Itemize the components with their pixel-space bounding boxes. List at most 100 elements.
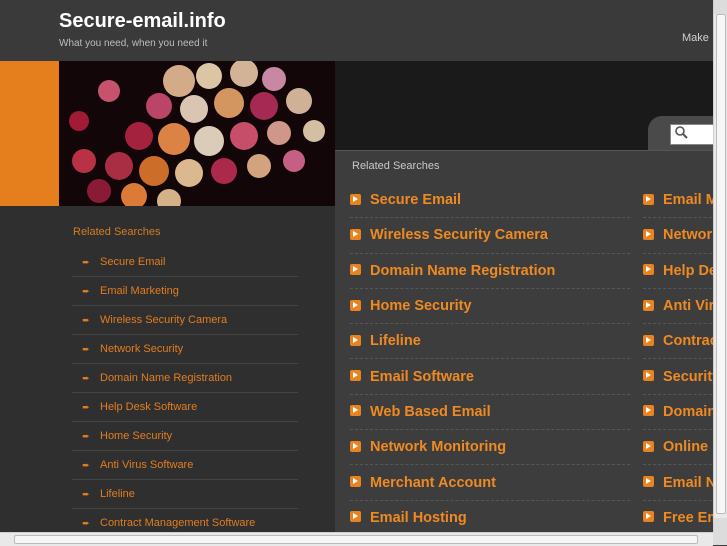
bokeh-light (125, 122, 153, 150)
related-search-link[interactable]: Network Monitoring (350, 430, 630, 466)
bokeh-light (180, 95, 208, 123)
arrow-right-icon: ➨ (82, 372, 90, 383)
arrow-bullet-icon (350, 193, 361, 205)
bokeh-light (146, 93, 172, 119)
scroll-down-button[interactable] (714, 518, 727, 532)
sidebar-item-label: Lifeline (100, 488, 135, 500)
arrow-right-icon: ➨ (82, 256, 90, 267)
sidebar-item-label: Contract Management Software (100, 517, 256, 529)
related-search-link[interactable]: Web Based Email (350, 395, 630, 431)
bokeh-light (121, 183, 147, 206)
bokeh-light (247, 154, 271, 178)
arrow-bullet-icon (643, 299, 654, 311)
related-search-label: Email Software (370, 368, 474, 385)
related-search-link[interactable]: Secure Email (350, 183, 630, 219)
scrollbar-corner (713, 532, 727, 545)
sidebar-item[interactable]: ➨ Help Desk Software (72, 393, 298, 422)
bokeh-light (163, 65, 195, 97)
sidebar-item[interactable]: ➨ Email Marketing (72, 277, 298, 306)
arrow-bullet-icon (643, 440, 654, 452)
sidebar-item-label: Network Security (100, 343, 184, 355)
related-search-label: Wireless Security Camera (370, 227, 548, 244)
arrow-bullet-icon (350, 228, 361, 240)
sidebar-item[interactable]: ➨ Home Security (72, 422, 298, 451)
related-searches-column-1: Secure Email Wireless Security Camera Doma… (350, 183, 640, 536)
sidebar-item[interactable]: ➨ Network Security (72, 335, 298, 364)
bokeh-light (194, 126, 224, 156)
sidebar-item[interactable]: ➨ Lifeline (72, 480, 298, 509)
orange-accent-bar (0, 61, 59, 206)
related-search-link[interactable]: Merchant Account (350, 465, 630, 501)
related-search-link[interactable]: Email Software (350, 359, 630, 395)
related-search-label: Email N (663, 474, 717, 491)
bokeh-light (262, 67, 286, 91)
vertical-scroll-thumb[interactable] (716, 14, 726, 514)
related-search-link[interactable]: Lifeline (350, 324, 630, 360)
related-search-label: Domain (663, 403, 717, 420)
arrow-right-icon: ➨ (82, 517, 90, 528)
sidebar-item-label: Help Desk Software (100, 401, 198, 413)
sidebar-item[interactable]: ➨ Wireless Security Camera (72, 306, 298, 335)
sidebar-item[interactable]: ➨ Domain Name Registration (72, 364, 298, 393)
site-tagline: What you need, when you need it (59, 38, 208, 49)
sidebar-item-label: Wireless Security Camera (100, 314, 228, 326)
related-search-link[interactable]: Email Hosting (350, 501, 630, 536)
bokeh-light (69, 111, 89, 131)
make-homepage-link[interactable]: Make (682, 32, 709, 44)
main-heading: Related Searches (352, 160, 440, 172)
sidebar-item-label: Home Security (100, 430, 173, 442)
related-search-label: Online (663, 439, 709, 456)
vertical-scrollbar[interactable] (713, 0, 727, 532)
arrow-bullet-icon (350, 476, 361, 488)
bokeh-light (139, 156, 169, 186)
site-title[interactable]: Secure-email.info (59, 10, 226, 33)
bokeh-light (230, 61, 258, 87)
horizontal-scrollbar[interactable] (0, 532, 713, 546)
bokeh-light (214, 88, 244, 118)
bokeh-light (196, 63, 222, 89)
arrow-bullet-icon (350, 440, 361, 452)
arrow-bullet-icon (643, 511, 654, 523)
arrow-bullet-icon (350, 370, 361, 382)
sidebar-item-label: Domain Name Registration (100, 372, 233, 384)
sidebar-item-label: Email Marketing (100, 285, 179, 297)
related-search-link[interactable]: Wireless Security Camera (350, 218, 630, 254)
bokeh-light (158, 123, 190, 155)
related-search-label: Network Monitoring (370, 439, 507, 456)
scroll-up-button[interactable] (714, 0, 727, 14)
arrow-bullet-icon (643, 334, 654, 346)
bokeh-light (211, 158, 237, 184)
arrow-right-icon: ➨ (82, 343, 90, 354)
arrow-right-icon: ➨ (82, 401, 90, 412)
sidebar-item[interactable]: ➨ Anti Virus Software (72, 451, 298, 480)
sidebar-list: ➨ Secure Email ➨ Email Marketing ➨ Wireless S… (72, 248, 298, 538)
bokeh-light (267, 121, 291, 145)
bokeh-light (105, 152, 133, 180)
arrow-bullet-icon (350, 405, 361, 417)
bokeh-light (87, 179, 111, 203)
site-header: Secure-email.info What you need, when yo… (0, 0, 727, 62)
bokeh-light (303, 120, 325, 142)
related-search-label: Home Security (370, 298, 472, 315)
arrow-bullet-icon (350, 299, 361, 311)
arrow-bullet-icon (350, 511, 361, 523)
sidebar-item[interactable]: ➨ Secure Email (72, 248, 298, 277)
arrow-right-icon: ➨ (82, 459, 90, 470)
arrow-right-icon: ➨ (82, 488, 90, 499)
related-search-link[interactable]: Home Security (350, 289, 630, 325)
related-search-label: Secure Email (370, 192, 462, 209)
arrow-bullet-icon (643, 476, 654, 488)
bokeh-light (286, 88, 312, 114)
sidebar-item-label: Anti Virus Software (100, 459, 194, 471)
horizontal-scroll-thumb[interactable] (14, 535, 698, 544)
related-search-label: Merchant Account (370, 474, 496, 491)
related-search-link[interactable]: Domain Name Registration (350, 254, 630, 289)
related-search-label: Security (663, 368, 721, 385)
related-search-label: Domain Name Registration (370, 262, 556, 279)
arrow-bullet-icon (643, 405, 654, 417)
bokeh-light (72, 149, 96, 173)
search-icon[interactable] (674, 125, 688, 139)
related-search-label: Web Based Email (370, 403, 491, 420)
bokeh-banner-image (59, 61, 335, 206)
bokeh-light (250, 92, 278, 120)
